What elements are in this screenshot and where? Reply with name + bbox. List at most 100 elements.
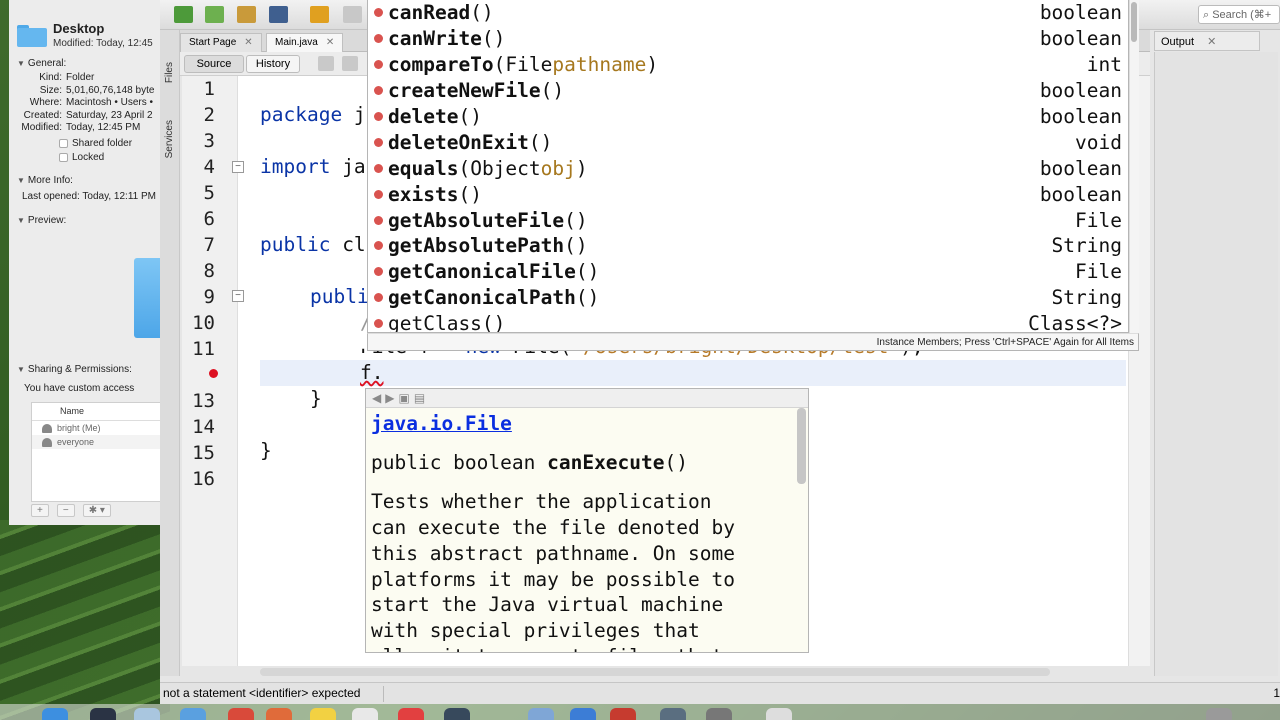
tab-start-page[interactable]: Start Page ✕ xyxy=(180,33,262,52)
more-info-section-toggle[interactable]: ▼ More Info: xyxy=(9,171,161,186)
code-line: import ja xyxy=(260,155,366,178)
completion-item[interactable]: createNewFile() boolean xyxy=(368,78,1128,104)
preview-section-toggle[interactable]: ▼ Preview: xyxy=(9,211,161,226)
remove-permission-button[interactable]: − xyxy=(56,504,75,517)
permission-row[interactable]: everyone xyxy=(32,435,161,449)
netbeans-dock-icon[interactable] xyxy=(610,708,636,720)
permission-action-menu[interactable]: ✱ ▾ xyxy=(82,504,111,517)
close-icon[interactable]: ✕ xyxy=(244,37,252,48)
trash-dock-icon[interactable] xyxy=(1206,708,1232,720)
mail-dock-icon[interactable] xyxy=(180,708,206,720)
photos-dock-icon[interactable] xyxy=(266,708,292,720)
javadoc-scrollbar[interactable] xyxy=(797,408,806,484)
preview-folder-icon xyxy=(134,258,161,338)
detail-row: Kind: Folder xyxy=(39,72,95,83)
line-number: 15 xyxy=(192,442,215,464)
horizontal-scrollbar[interactable] xyxy=(260,668,1050,676)
launchpad-dock-icon[interactable] xyxy=(90,708,116,720)
back-icon[interactable]: ◀ xyxy=(372,391,381,405)
completion-item[interactable]: delete() boolean xyxy=(368,104,1128,130)
system-prefs-dock-icon[interactable] xyxy=(660,708,686,720)
reminders-dock-icon[interactable] xyxy=(352,708,378,720)
notes-dock-icon[interactable] xyxy=(310,708,336,720)
close-icon[interactable]: ✕ xyxy=(1207,36,1216,48)
line-number: 14 xyxy=(192,416,215,438)
line-gutter: 1 2 3 4 5 6 7 8 9 10 11 12 13 14 15 16 xyxy=(182,76,238,666)
fold-toggle-icon[interactable]: − xyxy=(232,290,244,302)
folder-icon xyxy=(17,23,47,47)
add-permission-button[interactable]: + xyxy=(31,504,49,517)
finder-dock-icon[interactable] xyxy=(42,708,68,720)
user-icon xyxy=(42,423,52,433)
general-section-toggle[interactable]: ▼ General: xyxy=(9,54,161,69)
new-project-icon[interactable] xyxy=(205,6,224,23)
document-dock-icon[interactable] xyxy=(766,708,792,720)
method-icon xyxy=(374,137,383,147)
completion-item[interactable]: getClass() Class<?> xyxy=(368,311,1128,332)
disclosure-triangle-icon: ▼ xyxy=(17,59,25,68)
completion-item[interactable]: canRead() boolean xyxy=(368,0,1128,26)
completion-item[interactable]: compareTo(File pathname) int xyxy=(368,52,1128,78)
completion-scroll-thumb[interactable] xyxy=(1131,2,1137,42)
line-number: 8 xyxy=(203,260,215,282)
open-browser-icon[interactable]: ▣ xyxy=(398,391,409,405)
open-project-icon[interactable] xyxy=(237,6,256,23)
completion-item[interactable]: getAbsoluteFile() File xyxy=(368,207,1128,233)
locked-checkbox[interactable]: Locked xyxy=(9,151,161,165)
search-input[interactable]: ⌕ Search (⌘+ xyxy=(1198,5,1280,24)
permission-row[interactable]: bright (Me) xyxy=(32,421,161,435)
source-button[interactable]: Source xyxy=(184,55,244,73)
class-link[interactable]: java.io.File xyxy=(371,411,793,437)
close-icon[interactable]: ✕ xyxy=(326,37,334,48)
desktop-wallpaper xyxy=(0,520,170,720)
goto-source-icon[interactable]: ▤ xyxy=(414,391,425,405)
method-icon xyxy=(374,8,383,18)
services-rail-tab[interactable]: Services xyxy=(164,120,175,158)
permission-buttons: + − ✱ ▾ xyxy=(31,504,111,517)
completion-scrollbar[interactable] xyxy=(1129,0,1139,333)
folder-name: Desktop xyxy=(53,21,105,36)
app-dock-icon[interactable] xyxy=(444,708,470,720)
calendar-dock-icon[interactable] xyxy=(228,708,254,720)
detail-row: Modified: Today, 12:45 PM xyxy=(21,122,141,133)
app-store-dock-icon[interactable] xyxy=(528,708,554,720)
completion-item[interactable]: getAbsolutePath() String xyxy=(368,233,1128,259)
completion-item[interactable]: getCanonicalPath() String xyxy=(368,285,1128,311)
forward-icon[interactable]: ▶ xyxy=(385,391,394,405)
undo-icon[interactable] xyxy=(310,6,329,23)
code-completion-popup: canRead() boolean canWrite() boolean compare… xyxy=(367,0,1129,333)
javadoc-popup: ◀ ▶ ▣ ▤ java.io.File public boolean canE… xyxy=(365,388,809,653)
new-file-icon[interactable] xyxy=(174,6,193,23)
line-number: 16 xyxy=(192,468,215,490)
completion-item[interactable]: canWrite() boolean xyxy=(368,26,1128,52)
line-number: 2 xyxy=(203,104,215,126)
completion-item[interactable]: equals(Object obj) boolean xyxy=(368,155,1128,181)
group-icon xyxy=(42,437,52,447)
completion-item[interactable]: getCanonicalFile() File xyxy=(368,259,1128,285)
completion-hint: Instance Members; Press 'Ctrl+SPACE' Aga… xyxy=(367,333,1139,351)
safari-dock-icon[interactable] xyxy=(134,708,160,720)
redo-icon[interactable] xyxy=(343,6,362,23)
line-number: 13 xyxy=(192,390,215,412)
error-icon[interactable] xyxy=(209,369,218,378)
files-rail-tab[interactable]: Files xyxy=(164,62,175,83)
fold-toggle-icon[interactable]: − xyxy=(232,161,244,173)
status-position: 1 xyxy=(1273,686,1280,700)
completion-item[interactable]: exists() boolean xyxy=(368,181,1128,207)
method-icon xyxy=(374,241,383,251)
shared-folder-checkbox[interactable]: Shared folder xyxy=(9,137,161,151)
history-button[interactable]: History xyxy=(246,55,300,73)
last-edit-icon[interactable] xyxy=(318,56,334,71)
detail-row: Where: Macintosh • Users • xyxy=(29,97,154,108)
sharing-section-toggle[interactable]: ▼ Sharing & Permissions: xyxy=(9,360,132,375)
tab-main-java[interactable]: Main.java ✕ xyxy=(266,33,344,52)
terminal-dock-icon[interactable] xyxy=(706,708,732,720)
music-dock-icon[interactable] xyxy=(398,708,424,720)
general-details: Kind: Folder Size: 5,01,60,76,148 byte Whe… xyxy=(9,72,161,135)
preview-dock-icon[interactable] xyxy=(570,708,596,720)
completion-item[interactable]: deleteOnExit() void xyxy=(368,129,1128,155)
back-icon[interactable] xyxy=(342,56,358,71)
save-all-icon[interactable] xyxy=(269,6,288,23)
tab-output[interactable]: Output ✕ xyxy=(1154,31,1260,51)
code-line: } xyxy=(310,387,322,410)
